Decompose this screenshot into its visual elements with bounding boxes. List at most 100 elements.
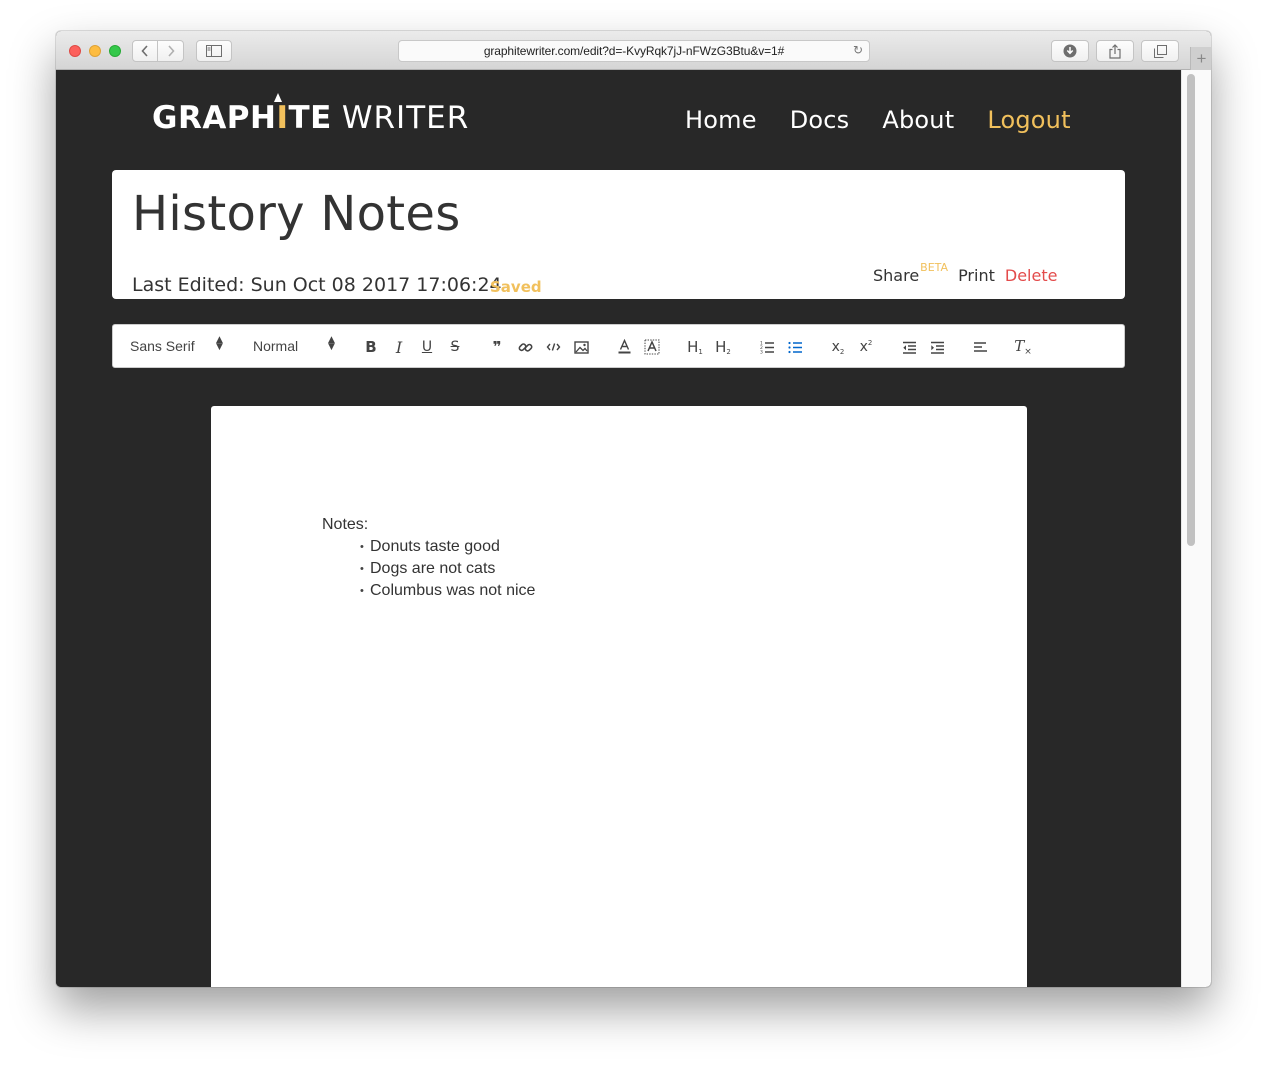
bullet-list-button[interactable] <box>784 336 806 358</box>
link-button[interactable] <box>514 336 536 358</box>
image-button[interactable] <box>570 336 592 358</box>
ordered-list-icon: 123 <box>760 341 774 355</box>
text-color-icon <box>618 339 630 354</box>
close-window-button[interactable] <box>69 45 81 57</box>
clean-format-button[interactable]: T× <box>1012 336 1034 358</box>
logo-word-writer: WRITER <box>341 100 470 136</box>
list-item: Dogs are not cats <box>360 558 535 580</box>
downloads-button[interactable] <box>1051 40 1089 62</box>
strike-button[interactable]: S <box>444 336 466 358</box>
background-color-button[interactable] <box>641 336 663 358</box>
document-editor[interactable]: Notes: Donuts taste good Dogs are not ca… <box>211 406 1027 987</box>
document-header: History Notes Last Edited: Sun Oct 08 20… <box>112 170 1125 299</box>
underline-button[interactable]: U <box>416 336 438 358</box>
logo-word-graphite: GRAPHITE <box>152 100 332 136</box>
last-edited-text: Last Edited: Sun Oct 08 2017 17:06:24 <box>132 274 502 296</box>
nav-docs-link[interactable]: Docs <box>790 106 850 134</box>
align-left-icon <box>973 342 987 352</box>
print-link[interactable]: Print <box>958 266 995 285</box>
link-icon <box>518 342 532 352</box>
forward-button[interactable] <box>158 40 184 62</box>
scrollbar-thumb[interactable] <box>1187 74 1195 546</box>
h2-letter: H <box>715 338 727 356</box>
minimize-window-button[interactable] <box>89 45 101 57</box>
sub-letter: x <box>831 338 840 355</box>
list-item: Columbus was not nice <box>360 580 535 602</box>
back-icon <box>141 45 148 57</box>
share-link[interactable]: ShareBETA <box>873 261 948 285</box>
document-title[interactable]: History Notes <box>132 186 461 242</box>
notes-heading: Notes: <box>322 516 369 533</box>
bold-button[interactable]: B <box>360 336 382 358</box>
font-size-value: Normal <box>253 338 299 354</box>
header-2-button[interactable]: H2 <box>712 336 734 358</box>
editor-toolbar: Sans Serif ▲ ▼ Normal ▲ ▼ B I U S ❞ H1 H… <box>112 324 1125 368</box>
code-icon <box>546 343 560 351</box>
browser-window: graphitewriter.com/edit?d=-KvyRqk7jJ-nFW… <box>56 31 1211 987</box>
back-button[interactable] <box>132 40 158 62</box>
document-actions: ShareBETA Print Delete <box>873 261 1058 285</box>
indent-icon <box>930 341 944 354</box>
tabs-icon <box>1153 44 1167 58</box>
share-icon <box>1109 43 1121 59</box>
notes-bullet-list: Donuts taste good Dogs are not cats Colu… <box>322 536 535 602</box>
saved-status: Saved <box>490 278 542 296</box>
header-2-icon: H2 <box>715 338 731 356</box>
sidebar-icon <box>206 45 222 57</box>
logo-part1: GRAPH <box>152 100 277 136</box>
image-icon <box>573 340 589 354</box>
main-nav: Home Docs About Logout <box>685 106 1071 134</box>
share-label: Share <box>873 266 920 285</box>
code-button[interactable] <box>542 336 564 358</box>
select-arrows-icon: ▲ ▼ <box>216 335 223 352</box>
text-color-button[interactable] <box>613 336 635 358</box>
font-family-select[interactable]: Sans Serif ▲ ▼ <box>130 336 223 355</box>
share-button[interactable] <box>1096 40 1134 62</box>
clear-format-icon: T× <box>1014 337 1032 357</box>
indent-button[interactable] <box>926 336 948 358</box>
header-1-icon: H1 <box>687 338 703 356</box>
editor-content[interactable]: Notes: Donuts taste good Dogs are not ca… <box>322 514 535 602</box>
tabs-button[interactable] <box>1141 40 1179 62</box>
quote-icon: ❞ <box>492 338 502 356</box>
nav-logout-link[interactable]: Logout <box>987 106 1070 134</box>
italic-icon: I <box>395 337 403 357</box>
font-family-value: Sans Serif <box>130 338 195 354</box>
nav-about-link[interactable]: About <box>882 106 954 134</box>
clean-letter: T <box>1014 337 1025 355</box>
beta-badge: BETA <box>920 261 949 274</box>
superscript-button[interactable]: x2 <box>855 336 877 358</box>
forward-icon <box>167 45 175 57</box>
logo-drop-icon <box>274 93 282 102</box>
svg-text:3: 3 <box>760 350 763 355</box>
background-color-icon <box>644 339 660 355</box>
browser-titlebar: graphitewriter.com/edit?d=-KvyRqk7jJ-nFW… <box>56 31 1211 70</box>
downloads-icon <box>1063 44 1077 58</box>
strike-icon: S <box>450 339 460 355</box>
history-nav <box>132 40 185 62</box>
new-tab-icon[interactable]: + <box>1190 47 1211 70</box>
ordered-list-button[interactable]: 123 <box>756 336 778 358</box>
logo-part-gold: I <box>276 100 289 136</box>
outdent-icon <box>902 341 916 354</box>
delete-link[interactable]: Delete <box>1005 266 1058 285</box>
nav-home-link[interactable]: Home <box>685 106 757 134</box>
h1-letter: H <box>687 338 699 356</box>
blockquote-button[interactable]: ❞ <box>486 336 508 358</box>
zoom-window-button[interactable] <box>109 45 121 57</box>
address-bar[interactable]: graphitewriter.com/edit?d=-KvyRqk7jJ-nFW… <box>398 40 870 62</box>
subscript-icon: x2 <box>831 338 845 356</box>
outdent-button[interactable] <box>898 336 920 358</box>
graphite-writer-logo[interactable]: GRAPHITE WRITER <box>152 93 470 140</box>
page-scrollbar[interactable] <box>1181 70 1211 987</box>
font-size-select[interactable]: Normal ▲ ▼ <box>253 336 335 355</box>
logo-part2: TE <box>288 100 332 136</box>
underline-icon: U <box>421 339 433 355</box>
header-1-button[interactable]: H1 <box>684 336 706 358</box>
subscript-button[interactable]: x2 <box>827 336 849 358</box>
select-arrows-icon: ▲ ▼ <box>328 335 335 352</box>
reload-icon[interactable]: ↻ <box>853 43 863 57</box>
italic-button[interactable]: I <box>388 336 410 358</box>
align-button[interactable] <box>969 336 991 358</box>
sidebar-button[interactable] <box>196 40 232 62</box>
